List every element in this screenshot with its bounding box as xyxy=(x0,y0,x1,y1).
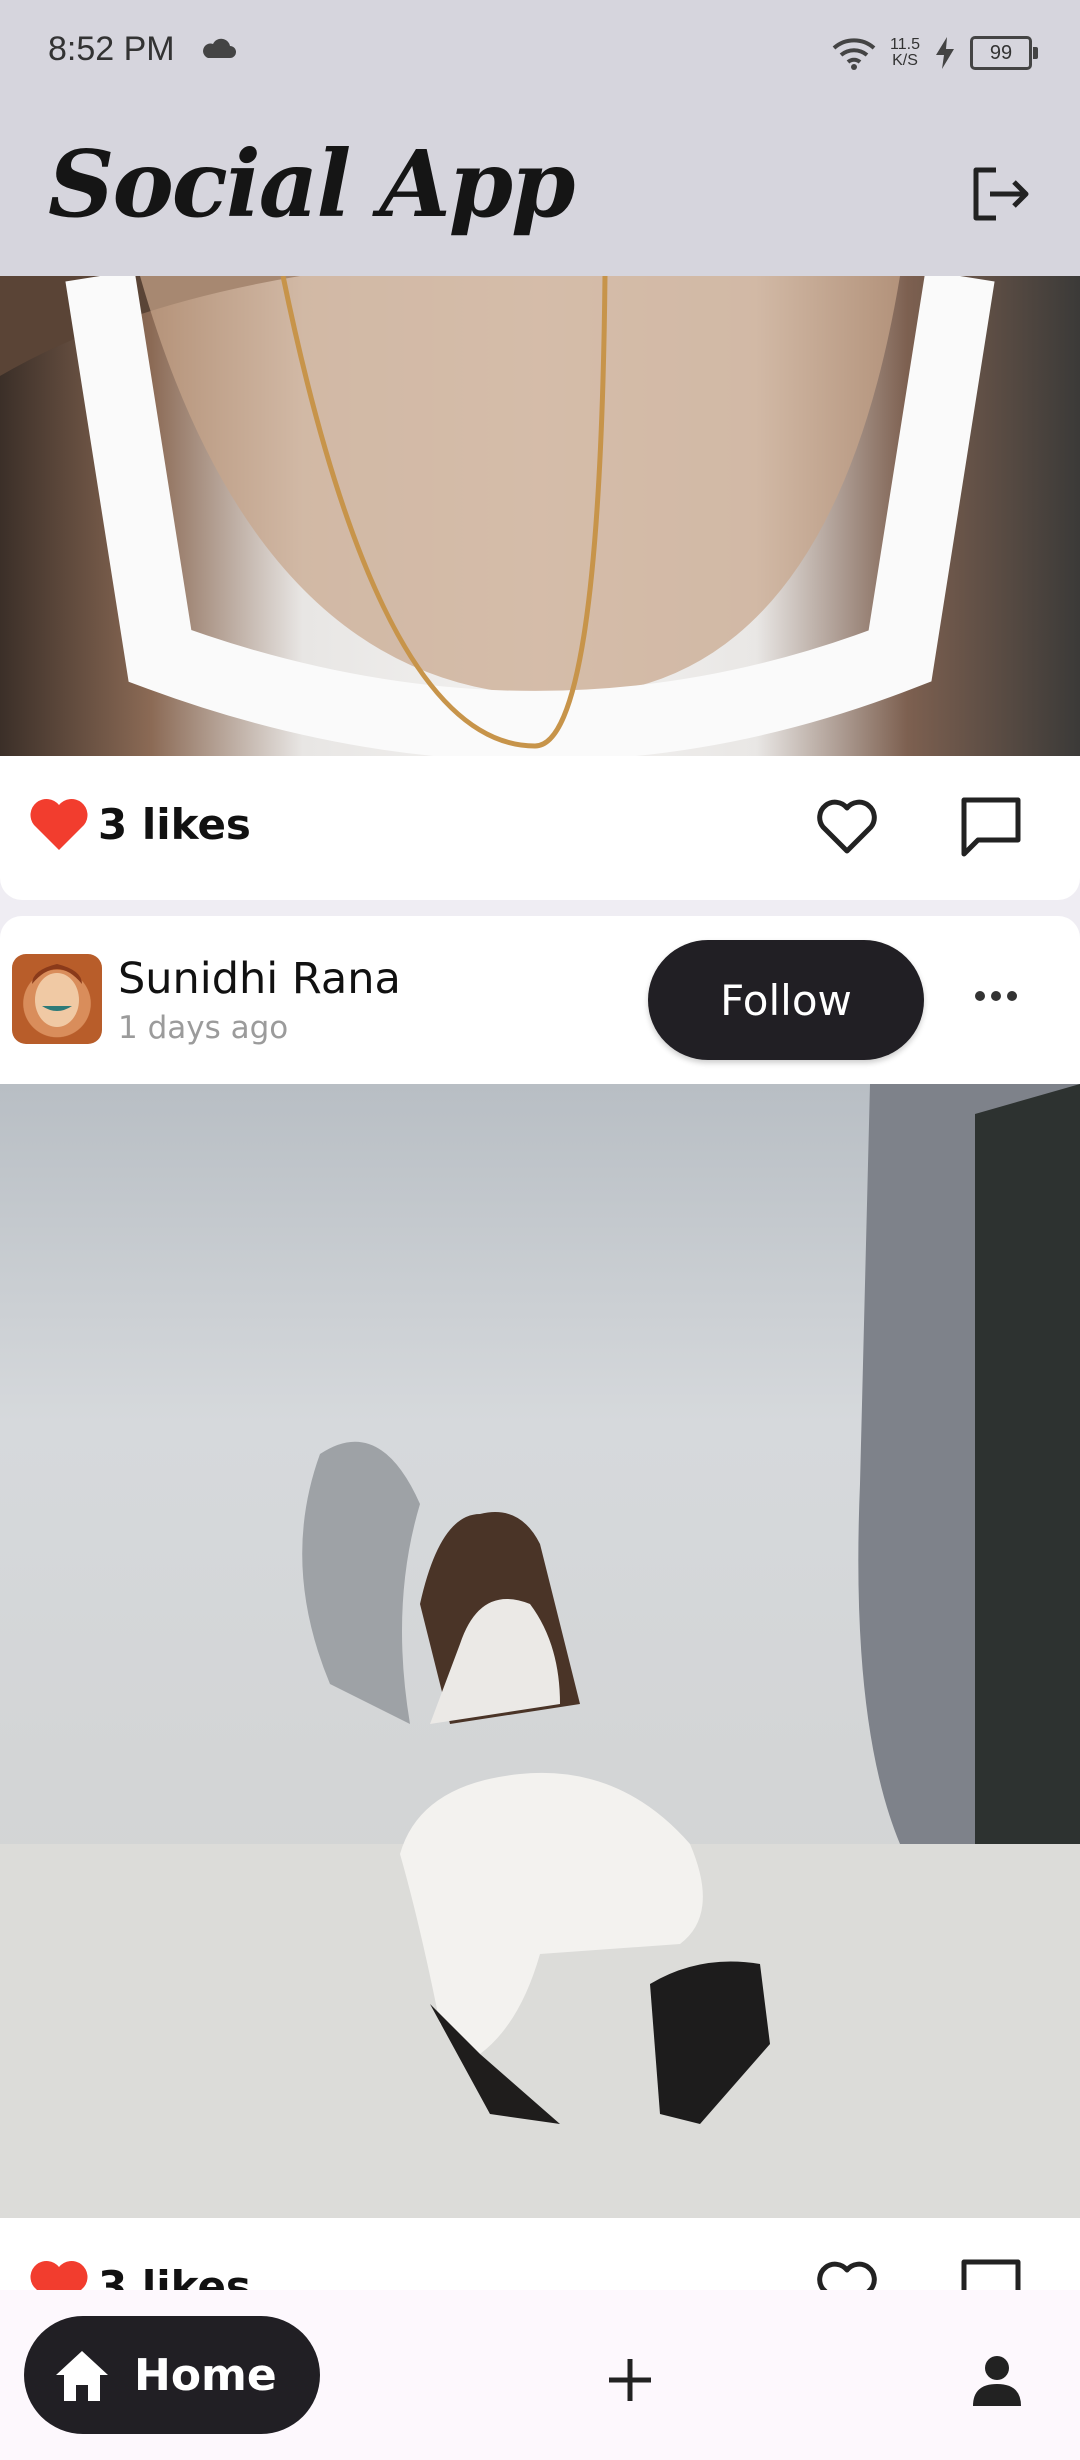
add-icon xyxy=(609,2359,651,2401)
follow-button[interactable]: Follow xyxy=(648,940,924,1060)
nav-home-label: Home xyxy=(134,2349,277,2401)
net-speed-unit: K/S xyxy=(892,52,918,69)
net-speed: 11.5 K/S xyxy=(890,37,920,69)
home-icon xyxy=(56,2351,108,2401)
app-logo: Social App xyxy=(48,130,575,238)
status-time: 8:52 PM xyxy=(48,30,175,68)
person-icon xyxy=(973,2356,1021,2406)
likes-count: 3 likes xyxy=(98,799,251,849)
post-photo xyxy=(0,1084,1080,2218)
author-avatar[interactable] xyxy=(12,954,102,1044)
battery-indicator: 99 xyxy=(970,36,1038,70)
nav-add-post-button[interactable] xyxy=(590,2340,670,2420)
status-bar: 8:52 PM 11.5 K/S 99 xyxy=(0,0,1080,110)
likes-summary: 3 likes xyxy=(28,796,251,852)
net-speed-value: 11.5 xyxy=(890,36,920,53)
comment-button[interactable] xyxy=(956,792,1026,862)
battery-level: 99 xyxy=(989,41,1013,64)
cloud-icon xyxy=(203,38,236,58)
like-button[interactable] xyxy=(812,792,882,862)
post-header: Sunidhi Rana 1 days ago Follow xyxy=(0,916,1080,1084)
bottom-navigation: Home xyxy=(0,2290,1080,2460)
avatar-photo xyxy=(32,964,82,1027)
more-options-button[interactable] xyxy=(966,976,1026,1016)
nav-home-button[interactable]: Home xyxy=(24,2316,320,2434)
dot-icon xyxy=(991,991,1001,1001)
dot-icon xyxy=(1007,991,1017,1001)
post-timestamp: 1 days ago xyxy=(118,1010,289,1046)
author-name[interactable]: Sunidhi Rana xyxy=(118,954,401,1004)
post-action-bar: 3 likes xyxy=(0,756,1080,900)
post-image[interactable] xyxy=(0,1084,1080,2218)
logout-icon xyxy=(973,167,1029,221)
logout-button[interactable] xyxy=(960,154,1040,234)
dot-icon xyxy=(975,991,985,1001)
wifi-icon xyxy=(832,38,876,70)
post-image[interactable] xyxy=(0,276,1080,756)
app-bar: Social App xyxy=(0,110,1080,276)
charging-icon xyxy=(936,37,954,69)
nav-profile-button[interactable] xyxy=(955,2338,1039,2422)
heart-outline-icon xyxy=(817,799,877,854)
status-icons: 11.5 K/S 99 xyxy=(832,30,1038,76)
post-photo xyxy=(0,276,995,756)
comment-icon xyxy=(961,797,1021,857)
heart-filled-icon xyxy=(30,798,88,850)
